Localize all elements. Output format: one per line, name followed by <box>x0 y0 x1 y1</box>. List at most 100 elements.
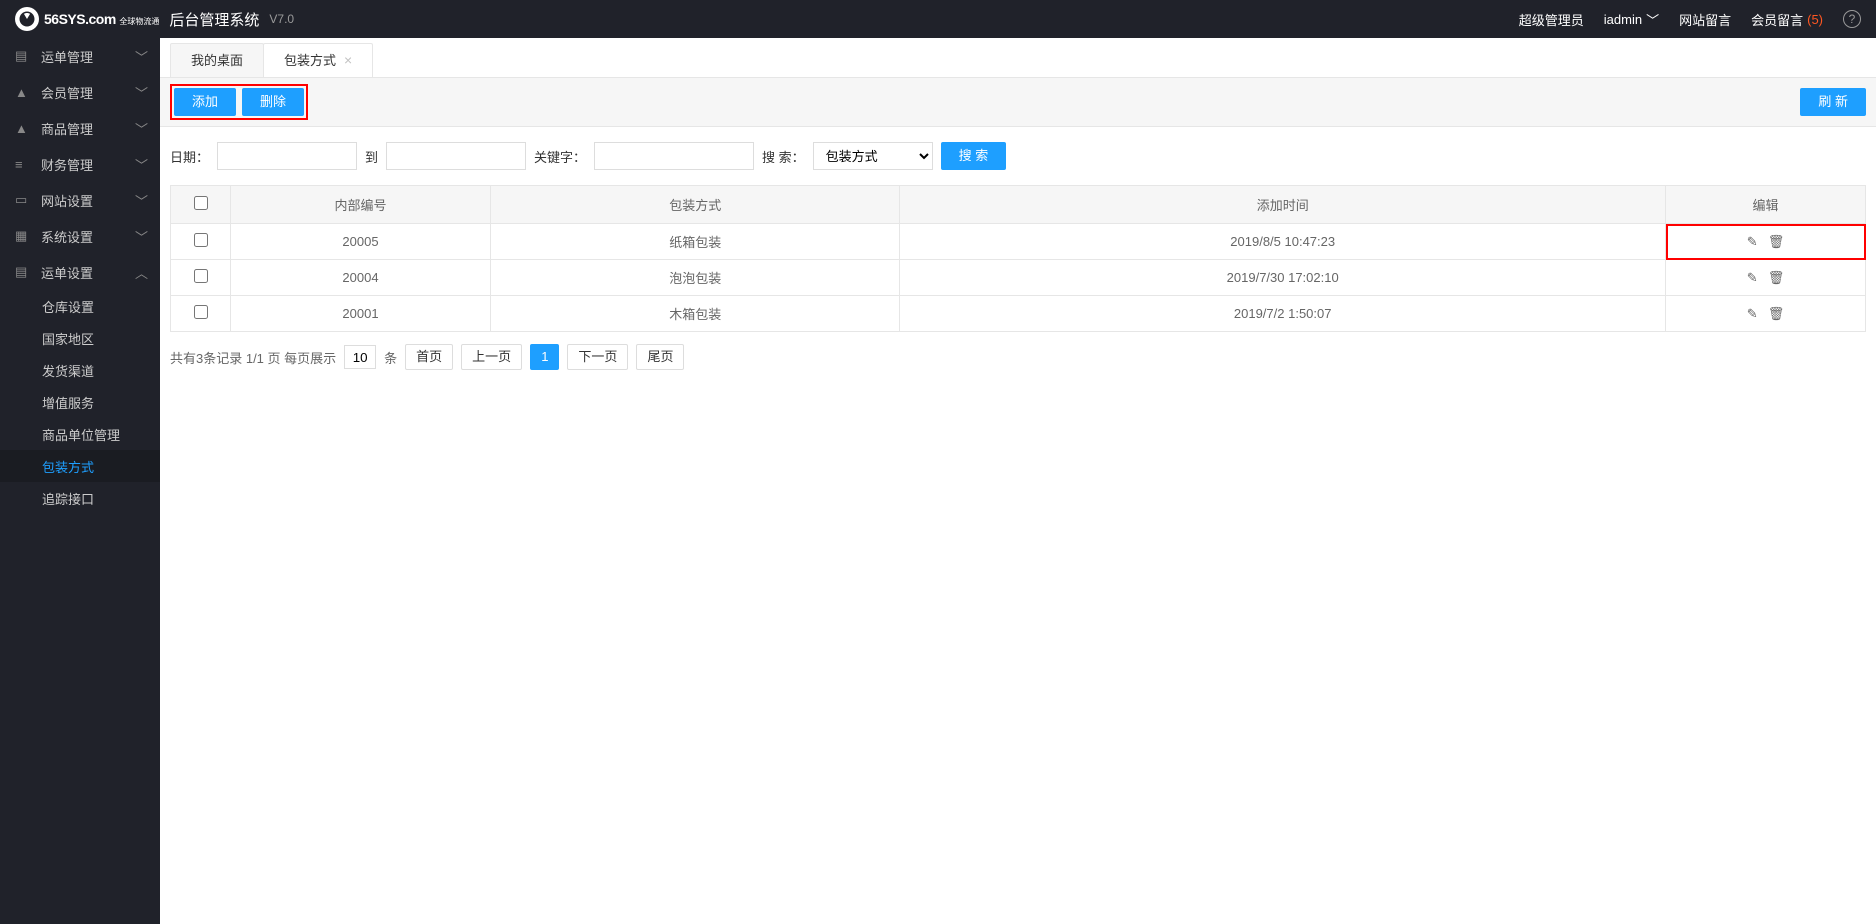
sidebar-label: 网站设置 <box>41 191 135 210</box>
search-bar: 日期： 到 关键字： 搜 索： 包装方式 搜 索 <box>160 127 1876 185</box>
site-message-link[interactable]: 网站留言 <box>1679 10 1731 29</box>
submenu-warehouse[interactable]: 仓库设置 <box>0 290 160 322</box>
chevron-down-icon: ﹀ <box>135 155 145 174</box>
row-checkbox[interactable] <box>194 269 208 283</box>
delete-button[interactable]: 删除 <box>242 88 304 116</box>
grid-icon: ▦ <box>15 228 31 244</box>
chevron-up-icon: ︿ <box>135 263 145 282</box>
prev-page-button[interactable]: 上一页 <box>461 344 522 370</box>
date-label: 日期： <box>170 147 209 166</box>
search-type-select[interactable]: 包装方式 <box>813 142 933 170</box>
system-version: V7.0 <box>269 12 294 26</box>
first-page-button[interactable]: 首页 <box>405 344 453 370</box>
next-page-button[interactable]: 下一页 <box>567 344 628 370</box>
doc-icon: ▤ <box>15 48 31 64</box>
delete-icon[interactable]: 🗑 <box>1768 270 1785 286</box>
user-dropdown[interactable]: iadmin ﹀ <box>1604 10 1659 29</box>
sidebar-item-product[interactable]: ▲ 商品管理 ﹀ <box>0 110 160 146</box>
user-icon: ▲ <box>15 85 31 100</box>
td-actions: ✎🗑 <box>1666 224 1866 260</box>
td-checkbox <box>171 260 231 296</box>
sidebar-item-site-settings[interactable]: ▭ 网站设置 ﹀ <box>0 182 160 218</box>
th-method: 包装方式 <box>491 186 900 224</box>
submenu-tracking[interactable]: 追踪接口 <box>0 482 160 514</box>
chevron-down-icon: ﹀ <box>135 83 145 102</box>
td-checkbox <box>171 296 231 332</box>
td-method: 泡泡包装 <box>491 260 900 296</box>
page-number-button[interactable]: 1 <box>530 344 559 370</box>
submenu-channel[interactable]: 发货渠道 <box>0 354 160 386</box>
edit-icon[interactable]: ✎ <box>1747 270 1758 286</box>
td-code: 20004 <box>231 260 491 296</box>
delete-icon[interactable]: 🗑 <box>1768 306 1785 322</box>
data-table: 内部编号 包装方式 添加时间 编辑 20005纸箱包装2019/8/5 10:4… <box>170 185 1866 332</box>
sidebar-label: 商品管理 <box>41 119 135 138</box>
tab-packaging[interactable]: 包装方式 × <box>263 43 373 77</box>
td-code: 20005 <box>231 224 491 260</box>
sidebar-label: 系统设置 <box>41 227 135 246</box>
last-page-button[interactable]: 尾页 <box>636 344 684 370</box>
submenu-unit[interactable]: 商品单位管理 <box>0 418 160 450</box>
add-button[interactable]: 添加 <box>174 88 236 116</box>
submenu-country[interactable]: 国家地区 <box>0 322 160 354</box>
keyword-label: 关键字： <box>534 147 586 166</box>
edit-icon[interactable]: ✎ <box>1747 306 1758 322</box>
td-time: 2019/7/2 1:50:07 <box>900 296 1666 332</box>
bars-icon: ≡ <box>15 157 31 172</box>
sidebar-item-waybill-settings[interactable]: ▤ 运单设置 ︿ <box>0 254 160 290</box>
date-to-input[interactable] <box>386 142 526 170</box>
th-code: 内部编号 <box>231 186 491 224</box>
date-from-input[interactable] <box>217 142 357 170</box>
search-button[interactable]: 搜 索 <box>941 142 1007 170</box>
highlighted-button-group: 添加 删除 <box>170 84 308 120</box>
td-actions: ✎🗑 <box>1666 296 1866 332</box>
system-title: 后台管理系统 <box>169 9 259 30</box>
logo[interactable]: 56SYS.com 全球物流通 <box>15 7 159 31</box>
member-msg-label: 会员留言 <box>1751 10 1803 29</box>
td-code: 20001 <box>231 296 491 332</box>
logo-text-sub: .com <box>85 11 116 27</box>
edit-icon[interactable]: ✎ <box>1747 234 1758 250</box>
keyword-input[interactable] <box>594 142 754 170</box>
delete-icon[interactable]: 🗑 <box>1768 234 1785 250</box>
sidebar-item-waybill[interactable]: ▤ 运单管理 ﹀ <box>0 38 160 74</box>
table-row: 20005纸箱包装2019/8/5 10:47:23✎🗑 <box>171 224 1866 260</box>
tab-desktop[interactable]: 我的桌面 <box>170 43 264 77</box>
per-page-suffix: 条 <box>384 348 397 367</box>
sidebar-item-system-settings[interactable]: ▦ 系统设置 ﹀ <box>0 218 160 254</box>
member-message-link[interactable]: 会员留言 (5) <box>1751 10 1823 29</box>
logo-tagline: 全球物流通 <box>119 17 159 26</box>
pagination: 共有3条记录 1/1 页 每页展示 条 首页 上一页 1 下一页 尾页 <box>160 332 1876 382</box>
user-icon: ▲ <box>15 121 31 136</box>
logo-text-main: 56SYS <box>44 11 85 27</box>
th-checkbox <box>171 186 231 224</box>
tab-label: 包装方式 <box>284 44 336 77</box>
sidebar-label: 运单设置 <box>41 263 135 282</box>
select-all-checkbox[interactable] <box>194 196 208 210</box>
close-icon[interactable]: × <box>344 44 352 77</box>
sidebar-item-member[interactable]: ▲ 会员管理 ﹀ <box>0 74 160 110</box>
refresh-button[interactable]: 刷 新 <box>1800 88 1866 116</box>
chevron-down-icon: ﹀ <box>135 227 145 246</box>
submenu-packaging[interactable]: 包装方式 <box>0 450 160 482</box>
row-checkbox[interactable] <box>194 305 208 319</box>
row-checkbox[interactable] <box>194 233 208 247</box>
submenu-vas[interactable]: 增值服务 <box>0 386 160 418</box>
td-checkbox <box>171 224 231 260</box>
td-actions: ✎🗑 <box>1666 260 1866 296</box>
per-page-input[interactable] <box>344 345 376 369</box>
role-label: 超级管理员 <box>1519 10 1584 29</box>
layout-icon: ▭ <box>15 192 31 208</box>
header-right: 超级管理员 iadmin ﹀ 网站留言 会员留言 (5) ? <box>1519 10 1861 29</box>
td-method: 木箱包装 <box>491 296 900 332</box>
main-content: 我的桌面 包装方式 × 添加 删除 刷 新 日期： 到 关键字： 搜 <box>160 38 1876 924</box>
tab-label: 我的桌面 <box>191 44 243 77</box>
sidebar-label: 运单管理 <box>41 47 135 66</box>
table-container: 内部编号 包装方式 添加时间 编辑 20005纸箱包装2019/8/5 10:4… <box>160 185 1876 332</box>
td-time: 2019/8/5 10:47:23 <box>900 224 1666 260</box>
sidebar-item-finance[interactable]: ≡ 财务管理 ﹀ <box>0 146 160 182</box>
help-icon[interactable]: ? <box>1843 10 1861 28</box>
doc-icon: ▤ <box>15 264 31 280</box>
pagination-summary: 共有3条记录 1/1 页 每页展示 <box>170 348 336 367</box>
chevron-down-icon: ﹀ <box>135 119 145 138</box>
